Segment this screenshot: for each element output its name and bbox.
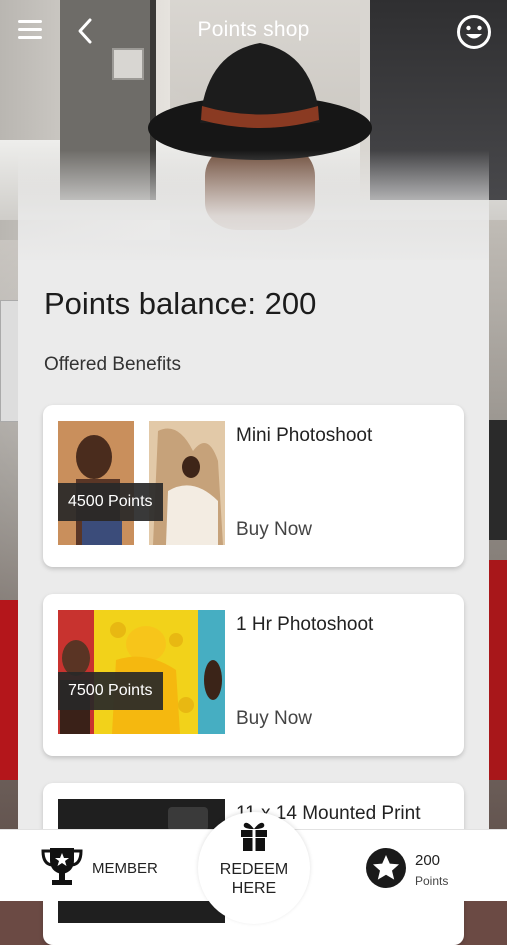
panel-fade xyxy=(18,150,489,270)
header-bar: Points shop xyxy=(0,0,507,64)
buy-now-button[interactable]: Buy Now xyxy=(236,708,312,730)
points-tab[interactable]: 200 Points xyxy=(366,844,486,894)
points-balance: Points balance: 200 xyxy=(44,286,317,321)
member-label: MEMBER xyxy=(92,860,158,877)
section-title: Offered Benefits xyxy=(44,354,181,375)
trophy-icon xyxy=(41,848,83,885)
gift-icon xyxy=(241,822,267,851)
benefit-card-mini-photoshoot[interactable]: 4500 Points Mini Photoshoot Buy Now xyxy=(43,405,464,567)
benefit-title: 1 Hr Photoshoot xyxy=(236,614,374,635)
points-count: 200 xyxy=(415,852,441,869)
benefit-title: Mini Photoshoot xyxy=(236,425,373,446)
smiley-face-icon[interactable] xyxy=(456,14,492,50)
points-cost-badge: 7500 Points xyxy=(58,672,163,710)
buy-now-button[interactable]: Buy Now xyxy=(236,519,312,541)
points-cost-badge: 4500 Points xyxy=(58,483,163,521)
star-icon xyxy=(366,848,406,888)
points-unit-label: Points xyxy=(415,874,449,888)
member-tab[interactable]: MEMBER xyxy=(40,844,170,888)
redeem-here-button[interactable]: REDEEM HERE xyxy=(198,812,310,924)
redeem-label: REDEEM HERE xyxy=(219,861,289,897)
page-title: Points shop xyxy=(197,18,310,41)
benefit-card-1hr-photoshoot[interactable]: 7500 Points 1 Hr Photoshoot Buy Now xyxy=(43,594,464,756)
